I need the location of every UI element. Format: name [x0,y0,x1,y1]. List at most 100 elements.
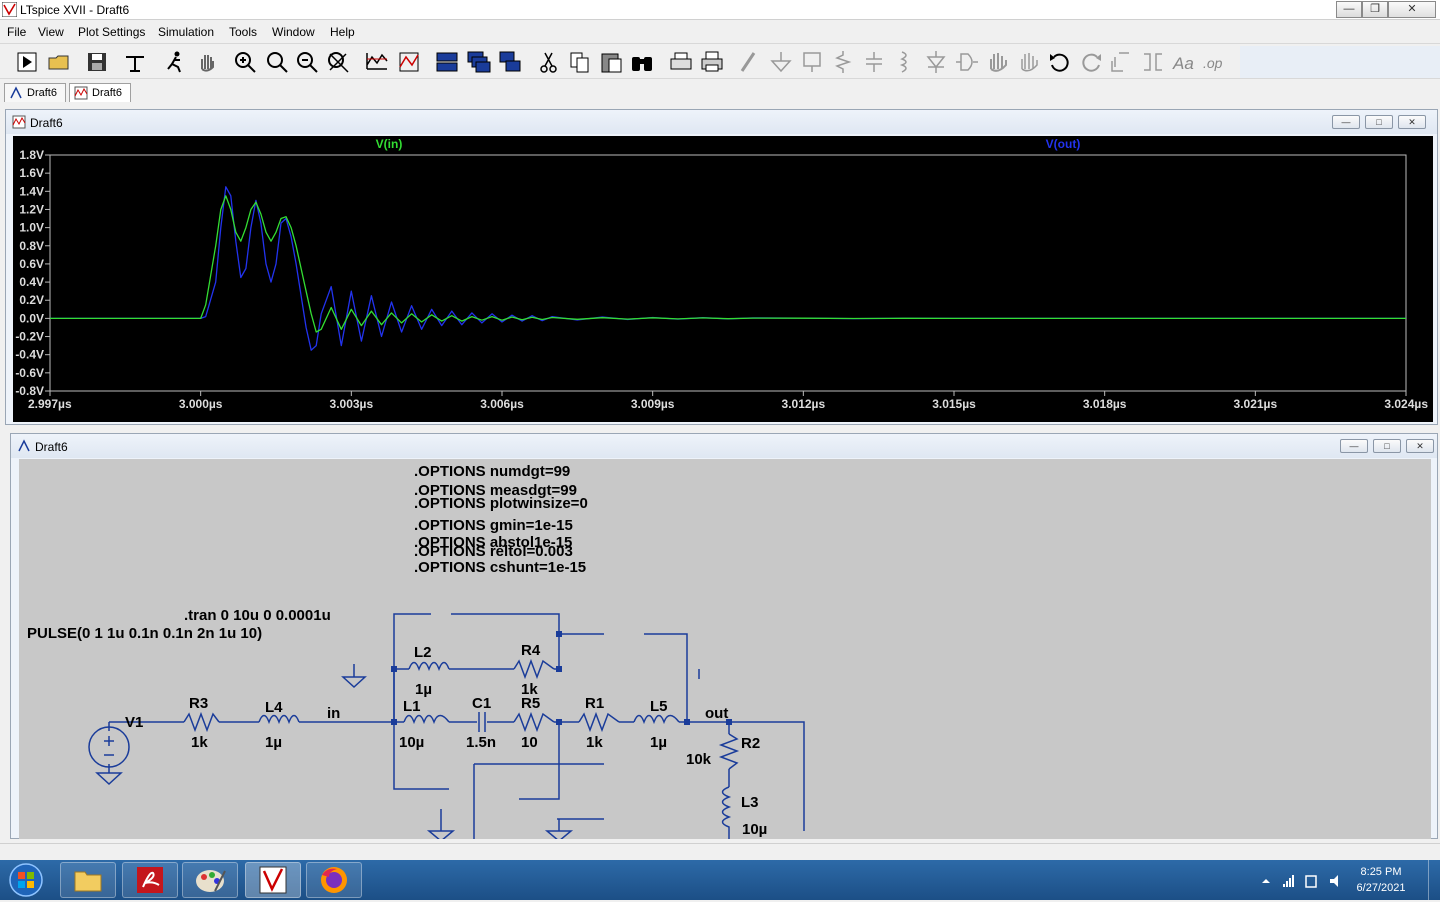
plot-close-button[interactable]: ✕ [1398,115,1426,129]
y-tick-label: 0.0V [19,311,44,325]
svg-text:1µ: 1µ [415,681,432,698]
menu-window[interactable]: Window [272,25,315,39]
ground-icon[interactable] [768,49,794,75]
toolbar-spacer [1240,46,1440,78]
print-setup-icon[interactable] [668,49,694,75]
label-icon[interactable] [799,49,825,75]
print-icon[interactable] [699,49,725,75]
x-tick-label: 3.015µs [932,397,976,411]
capacitor-c1[interactable] [478,712,486,732]
restore-button[interactable]: ❐ [1362,1,1388,18]
taskbar-acrobat[interactable] [122,862,178,898]
tile-horizontal-icon[interactable] [434,49,460,75]
taskbar-paint[interactable] [182,862,238,898]
cut-icon[interactable] [536,49,562,75]
tray-icons[interactable] [1258,872,1348,890]
component-labels: V1 R3 1k L4 1µ in L2 1µ R4 1k L1 10µ C1 … [125,642,767,838]
wire-icon[interactable] [736,49,762,75]
taskbar-explorer[interactable] [60,862,116,898]
svg-text:10µ: 10µ [742,821,767,838]
show-desktop-button[interactable] [1428,860,1440,900]
svg-text:C1: C1 [472,695,491,712]
mirror-icon[interactable] [1140,49,1166,75]
menu-simulation[interactable]: Simulation [158,25,214,39]
directive-tran[interactable]: .tran 0 10u 0 0.0001u [184,607,331,624]
mark-icon[interactable] [396,49,422,75]
menu-help[interactable]: Help [330,25,355,39]
pan-icon[interactable] [194,49,220,75]
start-orb-icon[interactable] [6,862,46,898]
schematic-close-button[interactable]: ✕ [1406,439,1434,453]
paste-icon[interactable] [598,49,624,75]
close-button[interactable]: ✕ [1388,1,1436,18]
zoom-fit-icon[interactable] [325,49,351,75]
diode-icon[interactable] [923,49,949,75]
schematic-minimize-button[interactable]: — [1340,439,1368,453]
schematic-wires [108,613,805,839]
zoom-area-icon[interactable] [264,49,290,75]
waveform-icon [12,115,26,129]
zoom-in-icon[interactable] [232,49,258,75]
open-icon[interactable] [46,49,72,75]
minimize-button[interactable]: — [1336,1,1362,18]
schematic-icon [10,86,22,99]
plot-pane[interactable]: 1.8V 1.6V 1.4V 1.2V 1.0V 0.8V 0.6V 0.4V 0.2V 0.0V… [13,136,1433,422]
schematic-canvas[interactable]: .OPTIONS numdgt=99 .OPTIONS measdgt=99 .… [19,459,1431,839]
drag-icon[interactable] [1016,49,1042,75]
tab-schematic-draft6[interactable]: Draft6 [4,83,66,102]
resistor-icon[interactable] [830,49,856,75]
directive-plotwinsize[interactable]: .OPTIONS plotwinsize=0 [414,495,588,512]
menu-view[interactable]: View [38,25,64,39]
system-clock[interactable]: 8:25 PM 6/27/2021 [1346,864,1416,896]
svg-text:1µ: 1µ [265,734,282,751]
inductor-icon[interactable] [892,49,918,75]
title-bar: LTspice XVII - Draft6 — ❐ ✕ [0,0,1440,20]
directive-gmin[interactable]: .OPTIONS gmin=1e-15 [414,517,573,534]
waveform-chart[interactable]: 1.8V 1.6V 1.4V 1.2V 1.0V 0.8V 0.6V 0.4V 0.2V 0.0V… [13,136,1433,422]
plot-minimize-button[interactable]: — [1332,115,1360,129]
directive-numdgt[interactable]: .OPTIONS numdgt=99 [414,463,570,480]
voltage-source-v1[interactable] [88,726,130,768]
copy-icon[interactable] [567,49,593,75]
component-icon[interactable] [954,49,980,75]
save-icon[interactable] [84,49,110,75]
menu-file[interactable]: File [7,25,26,39]
x-tick-label: 3.021µs [1234,397,1278,411]
taskbar-ltspice[interactable] [245,862,301,898]
redo-icon[interactable] [1078,49,1104,75]
menu-tools[interactable]: Tools [229,25,257,39]
schematic-drawing[interactable]: .OPTIONS numdgt=99 .OPTIONS measdgt=99 .… [19,459,1431,839]
rotate-icon[interactable] [1109,49,1135,75]
taskbar-firefox[interactable] [306,862,362,898]
directive-cshunt[interactable]: .OPTIONS cshunt=1e-15 [414,559,586,576]
halt-icon[interactable] [162,49,188,75]
svg-text:R5: R5 [521,695,540,712]
undo-icon[interactable] [1047,49,1073,75]
svg-text:Aa: Aa [1172,54,1194,73]
plot-restore-button[interactable]: □ [1365,115,1393,129]
legend-v-out-: V(out) [1046,137,1081,151]
schematic-restore-button[interactable]: □ [1373,439,1401,453]
run-icon[interactable] [14,49,40,75]
zoom-out-icon[interactable] [294,49,320,75]
plot-frame [49,154,1407,392]
schematic-window: Draft6 — □ ✕ .OPTIONS numdgt=99 .OPTIONS… [10,433,1438,839]
find-icon[interactable] [629,49,655,75]
text-icon[interactable]: Aa [1171,49,1197,75]
menu-plot-settings[interactable]: Plot Settings [78,25,145,39]
capacitor-icon[interactable] [861,49,887,75]
move-icon[interactable] [985,49,1011,75]
svg-text:R2: R2 [741,735,760,752]
clock-date: 6/27/2021 [1356,882,1406,894]
clock-time: 8:25 PM [1360,866,1402,878]
spice-directive-icon[interactable]: .op [1202,49,1228,75]
y-tick-label: 1.0V [19,221,44,235]
pulse-source-value[interactable]: PULSE(0 1 1u 0.1n 0.1n 2n 1u 10) [27,625,262,642]
cascade-icon[interactable] [466,49,492,75]
control-panel-icon[interactable] [122,49,148,75]
directive-reltol[interactable]: .OPTIONS reltol=0.003 [414,543,573,560]
tab-waveform-draft6[interactable]: Draft6 [69,83,131,102]
tile-vertical-icon[interactable] [497,49,523,75]
ltspice-app-icon [2,2,17,17]
autorange-icon[interactable] [364,49,390,75]
